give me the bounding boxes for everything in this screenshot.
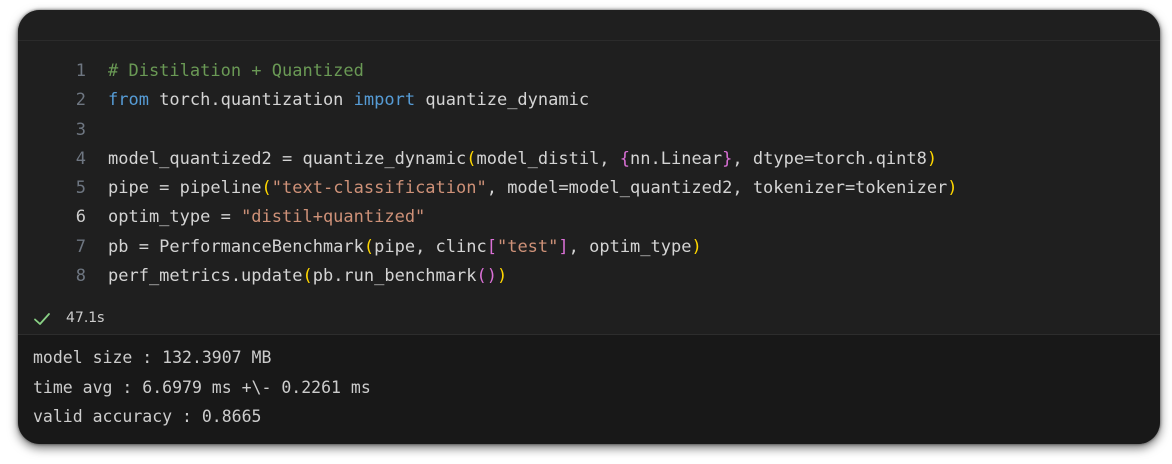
code-token: pipe, clinc <box>374 236 487 257</box>
output-line: time avg : 6.6979 ms +\- 0.2261 ms <box>33 377 371 397</box>
cell-toolbar-strip <box>18 10 1160 41</box>
line-code: pipe = pipeline("text-classification", m… <box>108 174 958 203</box>
code-token: model_quantized2 = quantize_dynamic <box>108 148 467 169</box>
code-token: torch.quantization <box>148 90 354 111</box>
code-token: import <box>353 90 416 111</box>
execution-status: 47.1s <box>18 306 1160 334</box>
cell-output: model size : 132.3907 MB time avg : 6.697… <box>18 334 1160 444</box>
code-token: ( <box>466 148 477 169</box>
code-token: pipe = pipeline <box>108 178 262 199</box>
line-number: 1 <box>75 61 86 81</box>
line-code: pb = PerformanceBenchmark(pipe, clinc["t… <box>108 233 702 262</box>
code-token: ( <box>261 178 272 199</box>
line-number: 6 <box>75 207 86 228</box>
code-token: "text-classification" <box>271 178 487 199</box>
output-lines: model size : 132.3907 MB time avg : 6.697… <box>33 343 371 432</box>
code-token: ) <box>926 148 938 169</box>
code-token: [ <box>486 236 497 257</box>
code-token: ) <box>947 178 958 199</box>
line-code: optim_type = "distil+quantized" <box>108 203 425 232</box>
code-editor[interactable]: 1 # Distilation + Quantized 2 from torch.qu… <box>18 41 1160 319</box>
code-token: , model=model_quantized2, tokenizer=toke… <box>486 178 948 199</box>
code-token: "distil+quantized" <box>241 207 426 228</box>
line-code: perf_metrics.update(pb.run_benchmark()) <box>108 262 507 291</box>
code-token: , dtype=torch.qint8 <box>732 148 927 169</box>
code-token: from <box>108 90 149 111</box>
line-code: # Distilation + Quantized <box>108 57 364 86</box>
line-code: model_quantized2 = quantize_dynamic(mode… <box>108 145 937 174</box>
line-number: 4 <box>75 148 86 169</box>
line-code: from torch.quantization import quantize_… <box>108 86 589 115</box>
notebook-cell: 1 # Distilation + Quantized 2 from torch.qu… <box>18 10 1160 444</box>
code-token: () <box>476 266 497 287</box>
code-token: { <box>619 148 631 169</box>
code-token: ( <box>363 236 375 257</box>
output-line: model size : 132.3907 MB <box>33 348 272 367</box>
code-token: perf_metrics.update <box>108 266 303 287</box>
line-number: 5 <box>75 178 86 199</box>
code-token: quantize_dynamic <box>415 90 590 111</box>
line-number: 7 <box>75 236 86 257</box>
line-number: 8 <box>75 266 86 287</box>
line-number: 2 <box>75 90 86 111</box>
code-token: pb.run_benchmark <box>312 266 477 287</box>
code-token: model_distil, <box>476 148 620 169</box>
code-token: ) <box>691 236 702 257</box>
code-token: # Distilation + Quantized <box>108 61 364 81</box>
code-token: "test" <box>496 236 559 257</box>
code-token: nn.Linear <box>630 148 723 169</box>
line-number: 3 <box>75 119 86 140</box>
code-token: , optim_type <box>568 236 692 257</box>
execution-time: 47.1s <box>66 310 105 326</box>
code-token: optim_type = <box>108 207 242 228</box>
code-token: pb = PerformanceBenchmark <box>108 236 364 257</box>
code-token: } <box>722 148 733 169</box>
output-line: valid accuracy : 0.8665 <box>33 407 262 426</box>
code-token: ( <box>302 266 313 287</box>
code-token: ) <box>496 266 508 287</box>
check-icon <box>34 313 50 325</box>
code-token: ] <box>558 236 569 257</box>
